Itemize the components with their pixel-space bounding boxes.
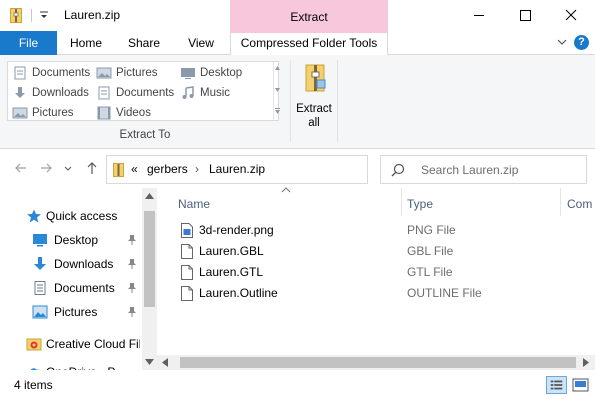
downloads-icon — [34, 257, 46, 270]
nav-downloads[interactable]: Downloads — [0, 253, 140, 275]
file-row[interactable]: 3d-render.png PNG File — [177, 220, 577, 241]
item-count: 4 items — [14, 378, 53, 392]
zip-folder-icon — [10, 8, 22, 23]
creative-cloud-icon — [26, 338, 42, 351]
extract-to-group-label: Extract To — [119, 129, 171, 141]
scrollbar-thumb[interactable] — [144, 211, 155, 307]
tab-view[interactable]: View — [173, 31, 229, 55]
ribbon-divider — [337, 60, 338, 142]
tab-compressed-folder-tools[interactable]: Compressed Folder Tools — [230, 31, 388, 56]
extract-to-gallery: Documents Pictures Desktop Downloads Doc… — [7, 61, 280, 121]
column-header-type[interactable]: Type — [407, 192, 433, 216]
image-file-icon — [181, 223, 193, 238]
pin-icon — [128, 307, 136, 317]
scroll-down-arrow-icon[interactable] — [145, 359, 154, 365]
pictures-icon — [12, 107, 28, 119]
navigation-bar: « gerbers › Lauren.zip Search Lauren.zip — [0, 150, 595, 188]
breadcrumb-lauren-zip[interactable]: Lauren.zip — [209, 162, 265, 176]
tab-home[interactable]: Home — [57, 31, 115, 55]
breadcrumb-separator[interactable]: › — [195, 162, 199, 176]
pictures-icon — [32, 305, 48, 319]
file-icon — [181, 286, 193, 301]
pin-icon — [128, 283, 136, 293]
breadcrumb-overflow[interactable]: « — [131, 162, 138, 176]
scroll-up-arrow-icon[interactable] — [145, 193, 154, 199]
file-icon — [181, 244, 193, 259]
quick-access-toolbar-dropdown-icon[interactable] — [38, 8, 50, 22]
nav-quick-access[interactable]: Quick access — [0, 205, 140, 227]
scrollbar-thumb[interactable] — [180, 357, 576, 368]
tab-file[interactable]: File — [0, 31, 57, 55]
documents-icon — [98, 86, 110, 100]
large-icons-view-icon[interactable] — [570, 376, 591, 394]
pictures-icon — [96, 67, 112, 79]
nav-pictures[interactable]: Pictures — [0, 301, 140, 323]
desktop-icon — [181, 68, 195, 79]
extract-all-icon — [305, 64, 326, 92]
documents-icon — [14, 66, 26, 80]
nav-creative-cloud-files[interactable]: Creative Cloud Fil — [0, 333, 140, 355]
forward-arrow-icon[interactable] — [38, 160, 54, 176]
address-bar[interactable]: « gerbers › Lauren.zip — [106, 155, 463, 184]
minimize-icon[interactable] — [456, 0, 502, 31]
sort-ascending-icon — [281, 187, 291, 193]
file-list-horizontal-scrollbar[interactable] — [157, 355, 595, 370]
file-list: Name Type Com 3d-render.png PNG File Lau… — [157, 187, 595, 370]
tab-share[interactable]: Share — [115, 31, 173, 55]
music-icon — [182, 86, 194, 99]
nav-pane-scrollbar[interactable] — [142, 188, 157, 370]
nav-documents[interactable]: Documents — [0, 277, 140, 299]
navigation-pane: Quick access Desktop Downloads Documents… — [0, 188, 157, 370]
recent-locations-chevron-icon[interactable] — [63, 160, 73, 176]
zip-folder-icon — [113, 163, 124, 177]
file-row[interactable]: Lauren.GBL GBL File — [177, 241, 577, 262]
chevron-down-icon[interactable] — [275, 88, 280, 92]
pin-icon — [128, 259, 136, 269]
close-icon[interactable] — [548, 0, 594, 31]
title-separator — [31, 9, 32, 22]
search-icon — [391, 163, 405, 177]
column-separator[interactable] — [560, 188, 561, 216]
search-placeholder: Search Lauren.zip — [421, 163, 519, 177]
downloads-icon — [15, 87, 25, 98]
column-separator[interactable] — [401, 188, 402, 216]
title-bar: Lauren.zip Extract — [0, 0, 595, 31]
search-box[interactable]: Search Lauren.zip — [380, 155, 587, 184]
ribbon-divider — [290, 60, 291, 142]
breadcrumb-gerbers[interactable]: gerbers — [147, 162, 188, 176]
help-button[interactable]: ? — [574, 35, 589, 50]
chevron-up-icon[interactable] — [275, 66, 280, 70]
nav-desktop[interactable]: Desktop — [0, 229, 140, 251]
ribbon-tabs: File Home Share View Compressed Folder T… — [0, 31, 595, 56]
videos-icon — [97, 106, 111, 120]
extract-all-button[interactable]: Extract all — [293, 60, 335, 132]
column-header-compressed-size[interactable]: Com — [567, 192, 592, 216]
status-bar: 4 items — [0, 370, 595, 399]
extract-all-label: Extract all — [296, 103, 332, 129]
file-row[interactable]: Lauren.Outline OUTLINE File — [177, 283, 577, 304]
nav-onedrive[interactable]: OneDrive - P — [0, 361, 140, 370]
scroll-left-arrow-icon[interactable] — [162, 358, 168, 367]
context-tab-group-extract: Extract — [230, 0, 388, 31]
window-title: Lauren.zip — [64, 8, 121, 22]
desktop-icon — [33, 234, 47, 247]
column-header-name[interactable]: Name — [178, 192, 210, 216]
gallery-scroll-buttons[interactable] — [273, 62, 280, 120]
up-arrow-icon[interactable] — [84, 160, 100, 176]
file-row[interactable]: Lauren.GTL GTL File — [177, 262, 577, 283]
documents-icon — [34, 281, 46, 295]
details-view-icon[interactable] — [546, 376, 567, 394]
file-icon — [181, 265, 193, 280]
back-arrow-icon[interactable] — [13, 160, 29, 176]
maximize-icon[interactable] — [502, 0, 548, 31]
scroll-right-arrow-icon[interactable] — [583, 358, 589, 367]
more-icon[interactable] — [275, 108, 280, 114]
ribbon: Documents Pictures Desktop Downloads Doc… — [0, 55, 595, 149]
star-icon — [27, 209, 41, 223]
pin-icon — [128, 235, 136, 245]
chevron-down-icon[interactable] — [557, 37, 567, 47]
